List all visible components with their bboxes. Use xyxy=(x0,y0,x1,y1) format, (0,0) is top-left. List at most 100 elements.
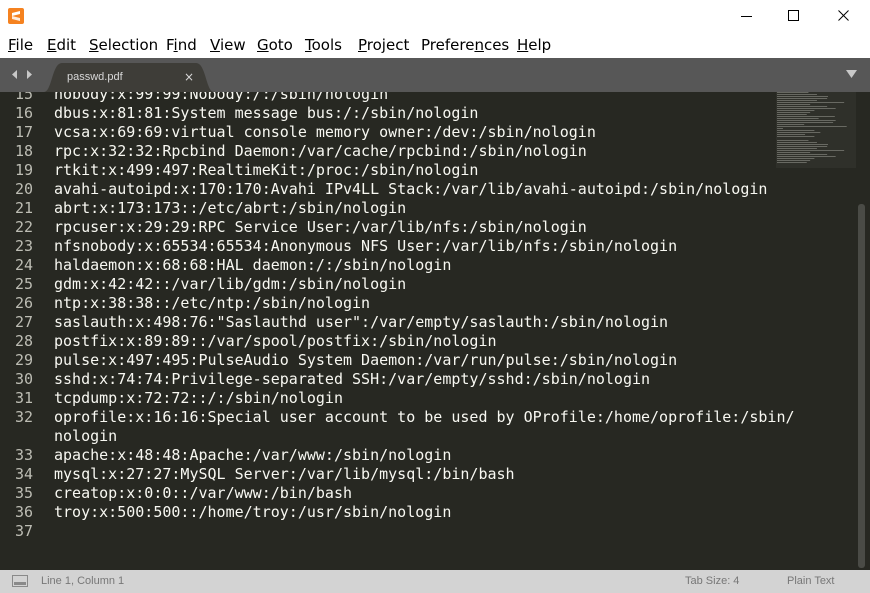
minimap-line xyxy=(777,142,817,143)
code-line[interactable]: 26 ntp:x:38:38::/etc/ntp:/sbin/nologin xyxy=(0,294,870,313)
code-line[interactable]: 18 rpc:x:32:32:Rpcbind Daemon:/var/cache/… xyxy=(0,142,870,161)
syntax-mode[interactable]: Plain Text xyxy=(787,575,835,588)
code-line[interactable]: 28 postfix:x:89:89::/var/spool/postfix:/s… xyxy=(0,332,870,351)
code-line[interactable]: 31 tcpdump:x:72:72::/:/sbin/nologin xyxy=(0,389,870,408)
line-text: saslauth:x:498:76:"Saslauthd user":/var/… xyxy=(54,313,669,331)
line-text: nobody:x:99:99:Nobody:/:/sbin/nologin xyxy=(54,92,389,103)
line-text: postfix:x:89:89::/var/spool/postfix:/sbi… xyxy=(54,332,497,350)
scrollbar-thumb[interactable] xyxy=(858,204,865,568)
code-line[interactable]: 15 nobody:x:99:99:Nobody:/:/sbin/nologin xyxy=(0,92,870,104)
chevron-left-icon[interactable] xyxy=(10,69,19,80)
menu-help[interactable]: Help xyxy=(517,37,551,54)
line-text: creatop:x:0:0::/var/www:/bin/bash xyxy=(54,484,353,502)
close-icon xyxy=(838,10,849,21)
line-text: mysql:x:27:27:MySQL Server:/var/lib/mysq… xyxy=(54,465,515,483)
minimap-line xyxy=(777,132,821,133)
tab-passwd[interactable]: passwd.pdf × xyxy=(44,63,214,92)
line-number: 31 xyxy=(14,389,33,407)
minimap-line xyxy=(777,130,815,131)
line-number: 32 xyxy=(14,408,33,426)
line-number: 19 xyxy=(14,161,33,179)
code-line[interactable]: 19 rtkit:x:499:497:RealtimeKit:/proc:/sbi… xyxy=(0,161,870,180)
line-number: 24 xyxy=(14,256,33,274)
line-text: vcsa:x:69:69:virtual console memory owne… xyxy=(54,123,596,141)
maximize-button[interactable] xyxy=(771,0,817,32)
code-line[interactable]: 32 oprofile:x:16:16:Special user account … xyxy=(0,408,870,427)
minimap-line xyxy=(777,152,811,153)
code-line[interactable]: 20 avahi-autoipd:x:170:170:Avahi IPv4LL S… xyxy=(0,180,870,199)
minimap-line xyxy=(777,92,809,93)
editor-area[interactable]: 15 nobody:x:99:99:Nobody:/:/sbin/nologin 1… xyxy=(0,92,870,570)
tab-label: passwd.pdf xyxy=(67,71,123,83)
close-button[interactable] xyxy=(821,0,867,32)
line-number: 29 xyxy=(14,351,33,369)
minimap-line xyxy=(777,114,807,115)
title-bar xyxy=(0,0,870,32)
tab-close-icon[interactable]: × xyxy=(184,70,194,84)
line-text: rtkit:x:499:497:RealtimeKit:/proc:/sbin/… xyxy=(54,161,479,179)
line-text: apache:x:48:48:Apache:/var/www:/sbin/nol… xyxy=(54,446,452,464)
menu-goto[interactable]: Goto xyxy=(257,37,293,54)
line-text: dbus:x:81:81:System message bus:/:/sbin/… xyxy=(54,104,479,122)
code-line[interactable]: 35 creatop:x:0:0::/var/www:/bin/bash xyxy=(0,484,870,503)
code-line[interactable]: 21 abrt:x:173:173::/etc/abrt:/sbin/nologi… xyxy=(0,199,870,218)
code-line[interactable]: 22 rpcuser:x:29:29:RPC Service User:/var/… xyxy=(0,218,870,237)
minimap-line xyxy=(777,96,828,97)
minimap-line xyxy=(777,156,836,157)
tab-bar: passwd.pdf × xyxy=(0,58,870,92)
line-number: 26 xyxy=(14,294,33,312)
line-number: 21 xyxy=(14,199,33,217)
menu-edit[interactable]: Edit xyxy=(47,37,76,54)
minimap-line xyxy=(777,128,783,129)
code-line[interactable]: nologin xyxy=(0,427,870,446)
menu-file[interactable]: File xyxy=(8,37,33,54)
code-line[interactable]: 34 mysql:x:27:27:MySQL Server:/var/lib/my… xyxy=(0,465,870,484)
line-number: 36 xyxy=(14,503,33,521)
code-line[interactable]: 30 sshd:x:74:74:Privilege-separated SSH:/… xyxy=(0,370,870,389)
minimap[interactable] xyxy=(776,92,856,168)
minimize-button[interactable] xyxy=(724,0,770,32)
code-line[interactable]: 29 pulse:x:497:495:PulseAudio System Daem… xyxy=(0,351,870,370)
code-line[interactable]: 27 saslauth:x:498:76:"Saslauthd user":/va… xyxy=(0,313,870,332)
minimap-line xyxy=(777,106,828,107)
code-line[interactable]: 16 dbus:x:81:81:System message bus:/:/sbi… xyxy=(0,104,870,123)
panel-toggle-icon[interactable] xyxy=(12,575,28,587)
line-text: troy:x:500:500::/home/troy:/usr/sbin/nol… xyxy=(54,503,452,521)
menu-tools[interactable]: Tools xyxy=(305,37,342,54)
line-text: sshd:x:74:74:Privilege-separated SSH:/va… xyxy=(54,370,651,388)
line-text: rpc:x:32:32:Rpcbind Daemon:/var/cache/rp… xyxy=(54,142,587,160)
cursor-position: Line 1, Column 1 xyxy=(41,575,125,587)
minimap-line xyxy=(777,98,828,99)
menu-project[interactable]: Project xyxy=(358,37,409,54)
line-text: pulse:x:497:495:PulseAudio System Daemon… xyxy=(54,351,678,369)
minimize-icon xyxy=(741,16,752,17)
tab-size[interactable]: Tab Size: 4 xyxy=(685,575,739,588)
line-number: 25 xyxy=(14,275,33,293)
line-text: rpcuser:x:29:29:RPC Service User:/var/li… xyxy=(54,218,587,236)
menu-preferences[interactable]: Preferences xyxy=(421,37,509,54)
menu-selection[interactable]: Selection xyxy=(89,37,158,54)
tab-dropdown-icon[interactable] xyxy=(846,70,857,79)
line-number: 22 xyxy=(14,218,33,236)
line-number: 20 xyxy=(14,180,33,198)
line-text: ntp:x:38:38::/etc/ntp:/sbin/nologin xyxy=(54,294,371,312)
code-line[interactable]: 17 vcsa:x:69:69:virtual console memory ow… xyxy=(0,123,870,142)
menu-find[interactable]: Find xyxy=(166,37,197,54)
code-line[interactable]: 23 nfsnobody:x:65534:65534:Anonymous NFS … xyxy=(0,237,870,256)
code-line[interactable]: 24 haldaemon:x:68:68:HAL daemon:/:/sbin/n… xyxy=(0,256,870,275)
menu-view[interactable]: View xyxy=(210,37,246,54)
minimap-line xyxy=(777,148,817,149)
line-number: 28 xyxy=(14,332,33,350)
code-line[interactable]: 33 apache:x:48:48:Apache:/var/www:/sbin/n… xyxy=(0,446,870,465)
chevron-right-icon[interactable] xyxy=(25,69,34,80)
minimap-line xyxy=(777,146,828,147)
menu-bar: File Edit Selection Find View Goto Tools… xyxy=(0,32,870,58)
code-line[interactable]: 37 xyxy=(0,522,870,541)
line-text: nfsnobody:x:65534:65534:Anonymous NFS Us… xyxy=(54,237,678,255)
minimap-line xyxy=(777,94,817,95)
line-number: 30 xyxy=(14,370,33,388)
line-text: gdm:x:42:42::/var/lib/gdm:/sbin/nologin xyxy=(54,275,407,293)
code-line[interactable]: 25 gdm:x:42:42::/var/lib/gdm:/sbin/nologi… xyxy=(0,275,870,294)
code-line[interactable]: 36 troy:x:500:500::/home/troy:/usr/sbin/n… xyxy=(0,503,870,522)
line-text: tcpdump:x:72:72::/:/sbin/nologin xyxy=(54,389,343,407)
